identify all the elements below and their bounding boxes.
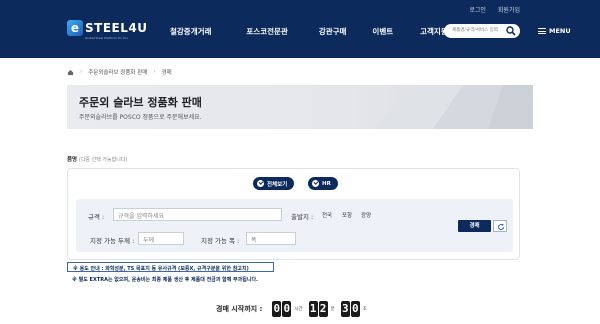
minutes-digit-2: 2: [318, 301, 328, 317]
origin-option-pohang[interactable]: 포항: [342, 211, 352, 219]
hamburger-icon: [538, 28, 546, 34]
notice-usage: ※ 용도 안내 : 화학성분, TS 목표치 등 유사규격 (보증X, 규격구분…: [67, 262, 274, 272]
logo-mark: e: [67, 20, 83, 36]
menu-button[interactable]: MENU: [538, 27, 571, 35]
notice-extra: ※ 별도 EXTRA는 없으며, 운송비는 최종 제품 생산 후 제품대 전금과…: [72, 277, 258, 283]
thickness-input[interactable]: 두께: [138, 232, 184, 245]
auction-countdown: 경매 시작까지 : 0 0 시간 1 2 분 3 0 초: [216, 300, 373, 318]
page-title: 주문외 슬라브 정품화 판매: [79, 96, 202, 109]
seconds-digit-2: 0: [350, 301, 360, 317]
chip-all[interactable]: 전체보기: [253, 177, 295, 190]
origin-option-all[interactable]: 전국: [322, 211, 332, 219]
header-search-input[interactable]: 제품명/규격/서비스 입력: [452, 27, 498, 33]
search-form: 규격 : 규격을 입력하세요 출발지 : 전국 포항 광양 지정 가능 두께 :…: [76, 199, 513, 252]
seconds-digit-1: 3: [340, 301, 350, 317]
origin-option-gwangyang[interactable]: 광양: [361, 211, 371, 219]
nav-item-event[interactable]: 이벤트: [372, 26, 393, 37]
spec-input[interactable]: 규격을 입력하세요: [113, 208, 282, 221]
refresh-icon: [498, 223, 505, 231]
breadcrumb-item-auction[interactable]: 경매: [162, 68, 172, 76]
search-icon[interactable]: [506, 26, 516, 36]
utility-links: 로그인 회원가입: [469, 5, 520, 14]
page-banner: 주문외 슬라브 정품화 판매 주문외슬라브를 POSCO 정품으로 주문해보세요…: [67, 85, 533, 129]
product-label: 품명 (다중 선택 가능합니다): [67, 155, 127, 163]
breadcrumb-separator: ›: [153, 69, 156, 75]
logo-tagline: Global Steel Platform for You: [85, 36, 128, 40]
banner-decoration: [373, 85, 533, 129]
logo-text: STEEL4U: [85, 21, 148, 35]
chip-all-label: 전체보기: [267, 181, 288, 188]
spec-label: 규격 :: [88, 213, 105, 221]
login-link[interactable]: 로그인: [469, 5, 486, 14]
nav-item-posco[interactable]: 포스코전문관: [246, 26, 287, 37]
page-subtitle: 주문외슬라브를 POSCO 정품으로 주문해보세요.: [79, 114, 202, 121]
header-search[interactable]: 제품명/규격/서비스 입력: [444, 24, 520, 38]
signup-link[interactable]: 회원가입: [498, 5, 520, 14]
seconds-unit: 초: [362, 307, 367, 312]
width-label: 지정 가능 폭 :: [201, 237, 240, 245]
chip-hr[interactable]: HR: [308, 177, 338, 190]
product-label-text: 품명: [67, 157, 78, 163]
origin-label: 출발지 :: [291, 213, 314, 221]
breadcrumb: › 주문외슬라브 정품화 판매 › 경매: [67, 68, 172, 76]
thickness-label: 지정 가능 두께 :: [90, 237, 135, 245]
hours-unit: 시간: [294, 307, 303, 312]
auction-search-button[interactable]: 경매: [458, 220, 491, 232]
site-header: 로그인 회원가입 e STEEL4U Global Steel Platform…: [0, 0, 600, 58]
menu-label: MENU: [549, 27, 571, 35]
countdown-label: 경매 시작까지 :: [216, 305, 263, 313]
nav-item-brokerage[interactable]: 철강중개거래: [170, 26, 211, 37]
check-icon: [312, 180, 319, 187]
nav-item-pipe[interactable]: 강관구매: [319, 26, 347, 37]
hours-digit-2: 0: [282, 301, 292, 317]
filter-panel: 전체보기 HR 규격 : 규격을 입력하세요 출발지 : 전국 포항 광양 지정…: [67, 168, 520, 260]
main-nav: 철강중개거래 포스코전문관 강관구매 이벤트 고객지원: [170, 26, 448, 37]
minutes-unit: 분: [330, 307, 335, 312]
chip-hr-label: HR: [322, 180, 331, 187]
breadcrumb-item-sale[interactable]: 주문외슬라브 정품화 판매: [88, 68, 147, 76]
home-icon[interactable]: [67, 69, 74, 76]
hours-digit-1: 0: [272, 301, 282, 317]
product-label-hint: (다중 선택 가능합니다): [78, 157, 128, 163]
reset-button[interactable]: [493, 220, 507, 232]
width-input[interactable]: 폭: [246, 232, 296, 245]
breadcrumb-separator: ›: [80, 69, 83, 75]
check-icon: [257, 180, 264, 187]
site-logo[interactable]: e STEEL4U Global Steel Platform for You: [67, 20, 147, 42]
minutes-digit-1: 1: [308, 301, 318, 317]
